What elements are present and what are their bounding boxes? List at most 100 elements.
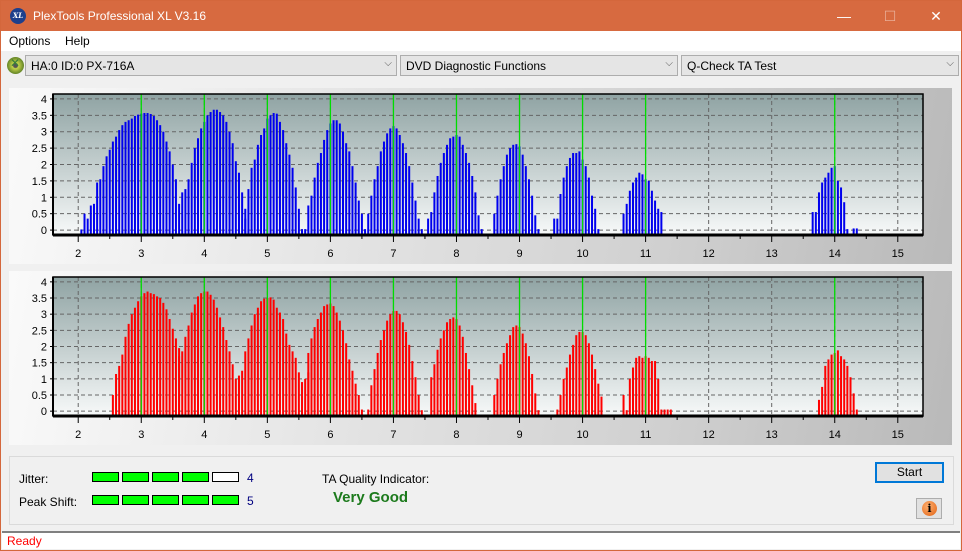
data-bar — [505, 343, 508, 416]
data-bar — [348, 151, 351, 235]
minimize-button[interactable]: — — [821, 1, 867, 31]
data-bar — [386, 133, 389, 235]
data-bar — [830, 354, 833, 416]
data-bar — [171, 164, 174, 235]
data-bar — [575, 153, 578, 235]
data-bar — [225, 121, 228, 235]
data-bar — [247, 189, 250, 235]
test-select[interactable]: Q-Check TA Test ⌵ — [681, 55, 959, 76]
data-bar — [638, 172, 641, 235]
function-select[interactable]: DVD Diagnostic Functions ⌵ — [400, 55, 678, 76]
data-bar — [524, 343, 527, 416]
x-tick-label: 13 — [766, 248, 778, 260]
data-bar — [408, 344, 411, 416]
data-bar — [512, 327, 515, 416]
data-bar — [178, 356, 181, 416]
start-button[interactable]: Start — [875, 462, 944, 483]
jitter-meter — [92, 472, 239, 482]
data-bar — [496, 195, 499, 235]
y-tick-label: 1 — [41, 374, 47, 386]
drive-select[interactable]: HA:0 ID:0 PX-716A ⌵ — [25, 55, 397, 76]
data-bar — [250, 325, 253, 416]
data-bar — [587, 177, 590, 235]
x-tick-label: 8 — [453, 429, 459, 441]
data-bar — [534, 215, 537, 235]
data-bar — [297, 208, 300, 235]
data-bar — [572, 344, 575, 416]
data-bar — [307, 205, 310, 235]
data-bar — [509, 335, 512, 416]
data-bar — [531, 373, 534, 416]
data-bar — [178, 203, 181, 235]
menu-help[interactable]: Help — [65, 34, 90, 48]
data-bar — [288, 154, 291, 235]
data-bar — [654, 200, 657, 235]
data-bar — [376, 166, 379, 235]
data-bar — [222, 115, 225, 235]
data-bar — [162, 131, 165, 235]
data-bar — [275, 113, 278, 235]
y-tick-label: 0 — [41, 406, 47, 418]
data-bar — [278, 312, 281, 416]
data-bar — [502, 166, 505, 235]
data-bar — [458, 325, 461, 416]
data-bar — [222, 327, 225, 416]
data-bar — [395, 128, 398, 235]
data-bar — [562, 177, 565, 235]
data-bar — [115, 136, 118, 235]
close-button[interactable]: ✕ — [913, 1, 959, 31]
menu-options[interactable]: Options — [9, 34, 50, 48]
data-bar — [367, 213, 370, 235]
data-bar — [219, 112, 222, 235]
data-bar — [297, 372, 300, 416]
data-bar — [260, 134, 263, 235]
data-bar — [430, 377, 433, 416]
data-bar — [121, 354, 124, 416]
data-bar — [184, 336, 187, 416]
data-bar — [237, 375, 240, 416]
x-tick-label: 4 — [201, 248, 207, 260]
data-bar — [310, 338, 313, 416]
drive-select-value: HA:0 ID:0 PX-716A — [31, 59, 135, 73]
data-bar — [124, 336, 127, 416]
info-button[interactable]: i — [916, 498, 942, 519]
x-tick-label: 8 — [453, 248, 459, 260]
data-bar — [565, 367, 568, 416]
data-bar — [414, 377, 417, 416]
bottom-chart: 0 0.5 1 1.5 2 2.5 3 3.5 4 2 3 4 5 6 7 8 9 10 11 12 13 14 15 — [32, 276, 924, 441]
peak-shift-label: Peak Shift: — [19, 495, 78, 509]
data-bar — [149, 114, 152, 235]
data-bar — [427, 218, 430, 235]
data-bar — [313, 177, 316, 235]
data-bar — [515, 144, 518, 235]
data-bar — [111, 394, 114, 416]
chevron-down-icon: ⌵ — [384, 58, 392, 69]
data-bar — [493, 394, 496, 416]
data-bar — [212, 109, 215, 235]
data-bar — [275, 307, 278, 416]
data-bar — [206, 291, 209, 416]
data-bar — [294, 187, 297, 235]
data-bar — [285, 333, 288, 416]
data-bar — [137, 114, 140, 235]
x-tick-label: 5 — [264, 248, 270, 260]
data-bar — [417, 218, 420, 235]
data-bar — [342, 131, 344, 235]
data-bar — [622, 213, 625, 235]
data-bar — [127, 120, 130, 235]
data-bar — [405, 331, 408, 416]
x-tick-label: 14 — [829, 429, 841, 441]
x-tick-label: 7 — [390, 248, 396, 260]
data-bar — [156, 120, 159, 235]
data-bar — [149, 293, 152, 416]
data-bar — [821, 386, 824, 416]
data-bar — [827, 359, 830, 416]
data-bar — [234, 161, 237, 235]
data-bar — [846, 365, 849, 416]
data-bar — [442, 330, 445, 416]
data-bar — [600, 396, 603, 416]
maximize-button[interactable]: ☐ — [867, 1, 913, 31]
data-bar — [118, 130, 121, 235]
data-bar — [817, 192, 820, 235]
data-bar — [130, 314, 133, 416]
